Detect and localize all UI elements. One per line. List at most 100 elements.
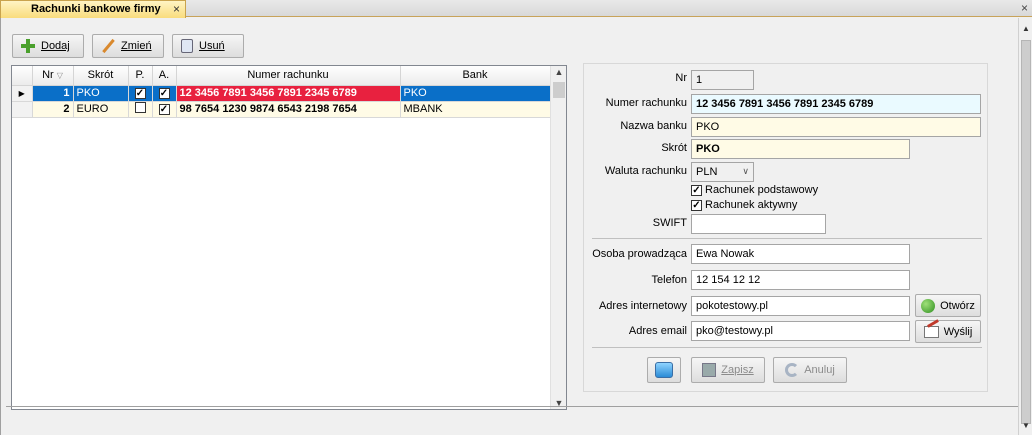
- swift-field[interactable]: [691, 214, 826, 234]
- grid-scroll-thumb[interactable]: [553, 82, 565, 98]
- row-indicator-icon: ▶: [12, 85, 33, 102]
- cell-bank: PKO: [400, 85, 551, 102]
- bottom-divider: [6, 406, 1019, 407]
- tab-bar: Rachunki bankowe firmy × ×: [0, 0, 1032, 18]
- cell-nr: 2: [32, 101, 74, 118]
- send-email-button[interactable]: Wyślij: [915, 320, 981, 343]
- chevron-down-icon: ∨: [742, 166, 749, 176]
- main-scroll-thumb[interactable]: [1021, 40, 1031, 424]
- header-bank[interactable]: Bank: [400, 66, 551, 86]
- tab-rachunki-bankowe[interactable]: Rachunki bankowe firmy ×: [0, 0, 186, 18]
- cell-p[interactable]: [128, 101, 153, 118]
- table-row[interactable]: ▶ 1 PKO ✓ ✓ 12 3456 7891 3456 7891 2345 …: [12, 85, 551, 102]
- cell-nr: 1: [32, 85, 74, 102]
- nr-label: Nr: [675, 72, 687, 84]
- www-label-wrap: Adres internetowy: [584, 300, 687, 314]
- contact-person-label: Osoba prowadząca: [592, 248, 687, 260]
- header-indicator: [12, 66, 33, 86]
- mail-icon: [923, 325, 939, 338]
- bank-name-field[interactable]: PKO: [691, 117, 981, 137]
- cancel-button-label: Anuluj: [804, 364, 835, 376]
- phone-label: Telefon: [651, 274, 687, 286]
- contact-person-field[interactable]: Ewa Nowak: [691, 244, 910, 264]
- website-label: Adres internetowy: [598, 300, 687, 312]
- primary-account-checkbox-row[interactable]: ✓ Rachunek podstawowy: [691, 184, 818, 196]
- main-scrollbar[interactable]: ▲ ▼: [1018, 18, 1032, 435]
- cell-bank: MBANK: [400, 101, 551, 118]
- edit-button[interactable]: Zmień: [92, 34, 164, 58]
- cell-numer: 12 3456 7891 3456 7891 2345 6789: [176, 85, 401, 102]
- checkbox-p[interactable]: ✓: [134, 88, 146, 99]
- scroll-down-icon[interactable]: ▼: [1019, 419, 1032, 433]
- scroll-up-icon[interactable]: ▲: [1019, 22, 1032, 36]
- nr-label-wrap: Nr: [584, 72, 687, 86]
- account-details-panel: Nr 1 Numer rachunku 12 3456 7891 3456 78…: [583, 63, 988, 392]
- phone-field[interactable]: 12 154 12 12: [691, 270, 910, 290]
- active-account-checkbox-row[interactable]: ✓ Rachunek aktywny: [691, 199, 797, 211]
- row-indicator: [12, 101, 33, 118]
- cell-a[interactable]: ✓: [152, 85, 177, 102]
- short-name-label: Skrót: [661, 142, 687, 154]
- cell-numer: 98 7654 1230 9874 6543 2198 7654: [176, 101, 401, 118]
- trash-icon: [181, 39, 193, 53]
- email-field[interactable]: pko@testowy.pl: [691, 321, 910, 341]
- checkbox-a[interactable]: ✓: [158, 104, 170, 115]
- bank-name-label: Nazwa banku: [620, 120, 687, 132]
- preview-button[interactable]: [647, 357, 681, 383]
- monitor-icon: [655, 362, 673, 378]
- save-button-label: Zapisz: [721, 364, 754, 376]
- waluta-label-wrap: Waluta rachunku: [584, 165, 687, 179]
- cell-skrot: PKO: [73, 85, 129, 102]
- window-close-icon[interactable]: ×: [1021, 1, 1028, 15]
- cell-skrot: EURO: [73, 101, 129, 118]
- table-row[interactable]: 2 EURO ✓ 98 7654 1230 9874 6543 2198 765…: [12, 101, 551, 118]
- header-skrot[interactable]: Skrót: [73, 66, 129, 86]
- sort-icon: ▽: [56, 71, 63, 81]
- osoba-label-wrap: Osoba prowadząca: [584, 248, 687, 262]
- save-button[interactable]: Zapisz: [691, 357, 765, 383]
- primary-account-checkbox[interactable]: ✓: [691, 184, 702, 196]
- disk-icon: [702, 363, 717, 377]
- header-nr[interactable]: Nr ▽: [32, 66, 74, 86]
- open-website-label: Otwórz: [940, 299, 975, 312]
- cell-p[interactable]: ✓: [128, 85, 153, 102]
- header-a[interactable]: A.: [152, 66, 177, 86]
- delete-button[interactable]: Usuń: [172, 34, 244, 58]
- short-name-field[interactable]: PKO: [691, 139, 910, 159]
- divider: [592, 238, 982, 239]
- header-p[interactable]: P.: [128, 66, 153, 86]
- nr-field[interactable]: 1: [691, 70, 754, 90]
- delete-button-label: Usuń: [199, 40, 225, 52]
- website-field[interactable]: pokotestowy.pl: [691, 296, 910, 316]
- bank-label-wrap: Nazwa banku: [584, 120, 687, 134]
- cancel-button[interactable]: Anuluj: [773, 357, 847, 383]
- numer-label: Numer rachunku: [605, 97, 687, 109]
- main-content: Dodaj Zmień Usuń Nr ▽ Skrót P. A. Numer r…: [0, 18, 1019, 435]
- checkbox-p[interactable]: [134, 102, 146, 113]
- account-number-field[interactable]: 12 3456 7891 3456 7891 2345 6789: [691, 94, 981, 114]
- primary-account-label: Rachunek podstawowy: [705, 184, 819, 196]
- email-label-wrap: Adres email: [584, 325, 687, 339]
- active-account-checkbox[interactable]: ✓: [691, 199, 702, 211]
- active-account-label: Rachunek aktywny: [705, 199, 798, 211]
- tab-title: Rachunki bankowe firmy: [31, 3, 161, 15]
- header-numer-rachunku[interactable]: Numer rachunku: [176, 66, 401, 86]
- tab-close-icon[interactable]: ×: [173, 2, 180, 16]
- grid-scrollbar[interactable]: ▲ ▼: [550, 66, 566, 409]
- accounts-grid[interactable]: Nr ▽ Skrót P. A. Numer rachunku Bank ▶ 1 …: [11, 65, 567, 410]
- cell-a[interactable]: ✓: [152, 101, 177, 118]
- add-button[interactable]: Dodaj: [12, 34, 84, 58]
- email-label: Adres email: [628, 325, 687, 337]
- checkbox-a[interactable]: ✓: [158, 88, 170, 99]
- divider: [592, 347, 982, 348]
- send-email-label: Wyślij: [943, 325, 973, 338]
- pencil-icon: [101, 39, 115, 53]
- currency-select[interactable]: PLN ∨: [691, 162, 754, 182]
- edit-button-label: Zmień: [121, 40, 152, 52]
- numer-label-wrap: Numer rachunku: [584, 97, 687, 111]
- swift-label-wrap: SWIFT: [584, 217, 687, 231]
- open-website-button[interactable]: Otwórz: [915, 294, 981, 317]
- currency-label: Waluta rachunku: [604, 165, 687, 177]
- undo-icon: [785, 363, 800, 377]
- scroll-up-icon[interactable]: ▲: [551, 67, 567, 77]
